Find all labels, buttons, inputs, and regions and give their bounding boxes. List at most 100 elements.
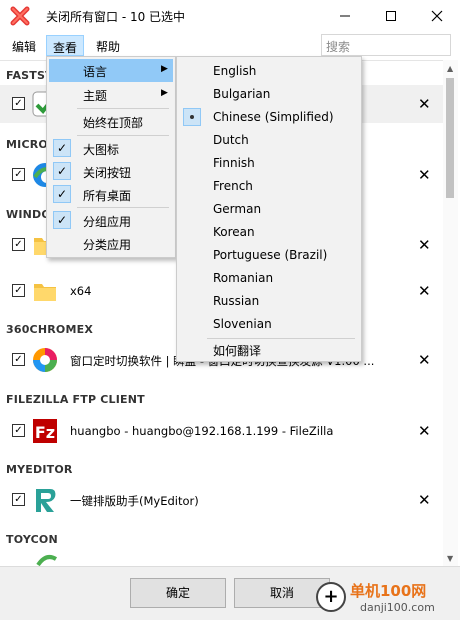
checkmark-icon: ✓ (53, 162, 71, 180)
language-item[interactable]: Portuguese (Brazil) (179, 244, 359, 267)
language-item[interactable]: Slovenian (179, 313, 359, 336)
checkbox[interactable]: ✓ (12, 493, 25, 506)
menu-item-label: 所有桌面 (83, 189, 132, 203)
language-item[interactable]: Dutch (179, 129, 359, 152)
language-item[interactable]: Romanian (179, 267, 359, 290)
title-bar: 关闭所有窗口 - 10 已选中 (0, 0, 460, 32)
menu-item-label: 分类应用 (83, 238, 132, 252)
menu-item-categorize-apps[interactable]: 分类应用 (49, 232, 173, 255)
language-item[interactable]: Bulgarian (179, 83, 359, 106)
watermark-url: danji100.com (360, 601, 435, 614)
row-close-icon[interactable]: ✕ (418, 491, 431, 509)
row-close-icon[interactable]: ✕ (418, 95, 431, 113)
group-header: TOYCON (6, 533, 58, 546)
close-button[interactable] (414, 0, 460, 32)
language-label: English (213, 64, 257, 78)
row-title: x64 (70, 284, 92, 298)
row-title: huangbo - huangbo@192.168.1.199 - FileZi… (70, 424, 334, 438)
row-close-icon[interactable]: ✕ (418, 236, 431, 254)
language-item[interactable]: English (179, 60, 359, 83)
language-label: Bulgarian (213, 87, 271, 101)
menu-item-always-on-top[interactable]: 始终在顶部 (49, 110, 173, 133)
how-to-translate-item[interactable]: 如何翻译 (179, 338, 359, 361)
chevron-right-icon: ▶ (161, 64, 168, 74)
checkmark-icon: ✓ (53, 211, 71, 229)
translate-label: 如何翻译 (213, 344, 262, 358)
menu-item-large-icons[interactable]: ✓ 大图标 (49, 137, 173, 160)
filezilla-icon: Fz (33, 419, 57, 443)
folder-icon (34, 284, 56, 301)
checkbox[interactable]: ✓ (12, 424, 25, 437)
menu-item-label: 关闭按钮 (83, 166, 132, 180)
language-label: Finnish (213, 156, 255, 170)
language-menu: English Bulgarian Chinese (Simplified) D… (176, 56, 362, 362)
menu-help[interactable]: 帮助 (90, 35, 126, 56)
search-input[interactable]: 搜索 (321, 34, 451, 56)
language-label: Russian (213, 294, 260, 308)
group-header: MYEDITOR (6, 463, 73, 476)
list-item[interactable]: ✓ 一键排版助手(MyEditor) ✕ (0, 481, 443, 519)
language-label: Romanian (213, 271, 274, 285)
row-close-icon[interactable]: ✕ (418, 351, 431, 369)
row-title: 一键排版助手(MyEditor) (70, 494, 199, 508)
scrollbar[interactable]: ▲ ▼ (443, 60, 458, 566)
minimize-button[interactable] (322, 0, 368, 32)
red-x-icon (10, 6, 30, 26)
plus-logo-icon: + (316, 582, 346, 612)
scroll-thumb[interactable] (446, 78, 454, 198)
row-close-icon[interactable]: ✕ (418, 166, 431, 184)
minimize-icon (340, 15, 350, 17)
checkmark-icon: ✓ (53, 185, 71, 203)
ok-button[interactable]: 确定 (130, 578, 226, 608)
language-label: Slovenian (213, 317, 272, 331)
language-item[interactable]: Korean (179, 221, 359, 244)
language-item[interactable]: German (179, 198, 359, 221)
language-label: German (213, 202, 262, 216)
language-label: Dutch (213, 133, 249, 147)
language-item[interactable]: Russian (179, 290, 359, 313)
language-label: Korean (213, 225, 255, 239)
close-icon (431, 10, 443, 22)
language-item[interactable]: French (179, 175, 359, 198)
group-header: MICRO (6, 138, 48, 151)
checkbox[interactable]: ✓ (12, 97, 25, 110)
list-item[interactable]: ✓ Fz huangbo - huangbo@192.168.1.199 - F… (0, 412, 443, 450)
menu-item-all-desktops[interactable]: ✓ 所有桌面 (49, 183, 173, 206)
scroll-down-icon[interactable]: ▼ (447, 554, 453, 563)
row-close-icon[interactable]: ✕ (418, 422, 431, 440)
separator (77, 108, 169, 109)
checkbox[interactable]: ✓ (12, 168, 25, 181)
watermark: + 单机100网 danji100.com (316, 578, 460, 620)
group-header: 360CHROMEX (6, 323, 94, 336)
scroll-up-icon[interactable]: ▲ (447, 64, 453, 73)
menu-item-group-apps[interactable]: ✓ 分组应用 (49, 209, 173, 232)
menu-view[interactable]: 查看 (46, 35, 85, 56)
360chromex-icon (33, 348, 57, 372)
language-item-selected[interactable]: Chinese (Simplified) (179, 106, 359, 129)
chevron-right-icon: ▶ (161, 88, 168, 98)
menu-item-label: 大图标 (83, 143, 120, 157)
checkmark-icon: ✓ (53, 139, 71, 157)
watermark-title: 单机100网 (350, 582, 427, 600)
group-header: WINDO (6, 208, 51, 221)
menu-item-close-button[interactable]: ✓ 关闭按钮 (49, 160, 173, 183)
group-header: FILEZILLA FTP CLIENT (6, 393, 145, 406)
menu-item-theme[interactable]: 主题 ▶ (49, 83, 173, 106)
svg-text:Fz: Fz (35, 423, 55, 442)
view-menu: 语言 ▶ 主题 ▶ 始终在顶部 ✓ 大图标 ✓ 关闭按钮 ✓ 所有桌面 ✓ 分组… (46, 56, 176, 258)
myeditor-icon (36, 489, 56, 512)
menu-edit[interactable]: 编辑 (6, 35, 42, 56)
maximize-icon (386, 11, 396, 21)
language-label: Chinese (Simplified) (213, 110, 334, 124)
checkbox[interactable]: ✓ (12, 353, 25, 366)
menu-item-label: 主题 (83, 89, 108, 103)
maximize-button[interactable] (368, 0, 414, 32)
row-close-icon[interactable]: ✕ (418, 282, 431, 300)
checkbox[interactable]: ✓ (12, 284, 25, 297)
toycon-icon (36, 555, 58, 566)
menu-item-language[interactable]: 语言 ▶ (49, 59, 173, 82)
checkbox[interactable]: ✓ (12, 238, 25, 251)
menu-item-label: 始终在顶部 (83, 116, 144, 130)
radio-dot-icon (183, 108, 201, 126)
language-item[interactable]: Finnish (179, 152, 359, 175)
